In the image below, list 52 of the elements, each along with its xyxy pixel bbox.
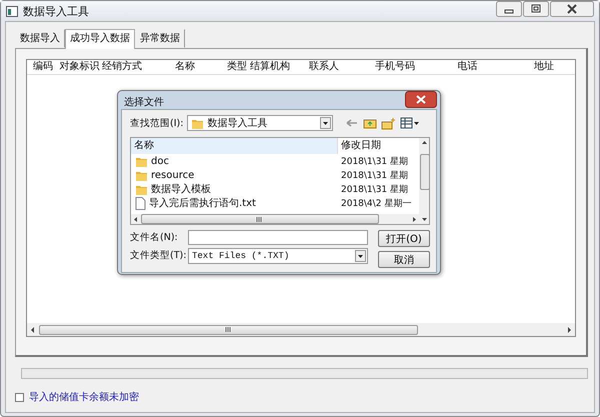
restore-icon[interactable] (523, 1, 549, 17)
column-header[interactable]: 名称 (144, 60, 226, 74)
open-button[interactable]: 打开(O) (378, 230, 430, 247)
file-name[interactable]: 数据导入模板 (151, 182, 211, 196)
scroll-thumb[interactable] (141, 214, 379, 224)
app-icon (6, 6, 18, 16)
field-label: 文件类型(T): (130, 249, 188, 262)
file-date: 2018\1\31 星期 (340, 156, 410, 168)
field-label: 查找范围(I): (130, 116, 184, 130)
minimize-icon[interactable] (496, 1, 522, 17)
column-header[interactable]: 修改日期 (338, 138, 419, 154)
cancel-button[interactable]: 取消 (378, 251, 430, 268)
file-date: 2018\1\31 星期 (340, 184, 410, 196)
column-header[interactable]: 手机号码 (356, 60, 434, 74)
grip-icon (256, 216, 264, 222)
file-date: 2018\4\2 星期一 (340, 198, 412, 210)
dialog-title: 选择文件 (124, 96, 164, 109)
column-header[interactable]: 类型 (226, 60, 248, 74)
file-name[interactable]: resource (151, 170, 194, 180)
dropdown-icon[interactable] (355, 250, 366, 262)
new-folder-icon[interactable] (381, 116, 396, 130)
column-header[interactable]: 电话 (434, 60, 501, 74)
tab[interactable]: 成功导入数据 (65, 29, 135, 49)
column-header[interactable]: 联系人 (292, 60, 356, 74)
scrollbar[interactable] (27, 323, 575, 336)
column-header[interactable]: 结算机构 (248, 60, 292, 74)
checkbox[interactable] (15, 392, 24, 402)
column-header[interactable]: 编码 (27, 60, 59, 74)
scrollbar[interactable] (131, 214, 419, 224)
checkbox-label: 导入的储值卡余额未加密 (29, 390, 139, 404)
scroll-thumb[interactable] (39, 324, 418, 334)
column-header[interactable]: 经销方式 (100, 60, 144, 74)
scrollbar[interactable] (419, 138, 429, 224)
column-header[interactable]: 对象标识 (59, 60, 100, 74)
file-name-field[interactable] (188, 230, 368, 245)
file-date: 2018\1\31 星期 (340, 170, 410, 182)
folder-dropdown[interactable]: 数据导入工具 (187, 115, 334, 131)
grip-icon (225, 327, 232, 332)
file-name[interactable]: doc (151, 156, 169, 166)
field-label: 文件名(N): (130, 231, 179, 244)
close-icon[interactable] (405, 91, 437, 108)
dropdown-icon[interactable] (320, 117, 332, 129)
close-icon[interactable] (550, 1, 594, 17)
column-header[interactable]: 名称 (131, 138, 338, 154)
file-type-dropdown[interactable]: Text Files (*.TXT) (188, 248, 368, 264)
scroll-thumb[interactable] (420, 154, 430, 190)
view-menu-icon[interactable] (400, 117, 420, 129)
folder-up-icon[interactable] (363, 117, 378, 129)
file-name[interactable]: 导入完后需执行语句.txt (149, 196, 256, 210)
window-title: 数据导入工具 (23, 4, 89, 18)
file-icon (135, 196, 146, 210)
column-header[interactable]: 地址 (501, 60, 587, 74)
